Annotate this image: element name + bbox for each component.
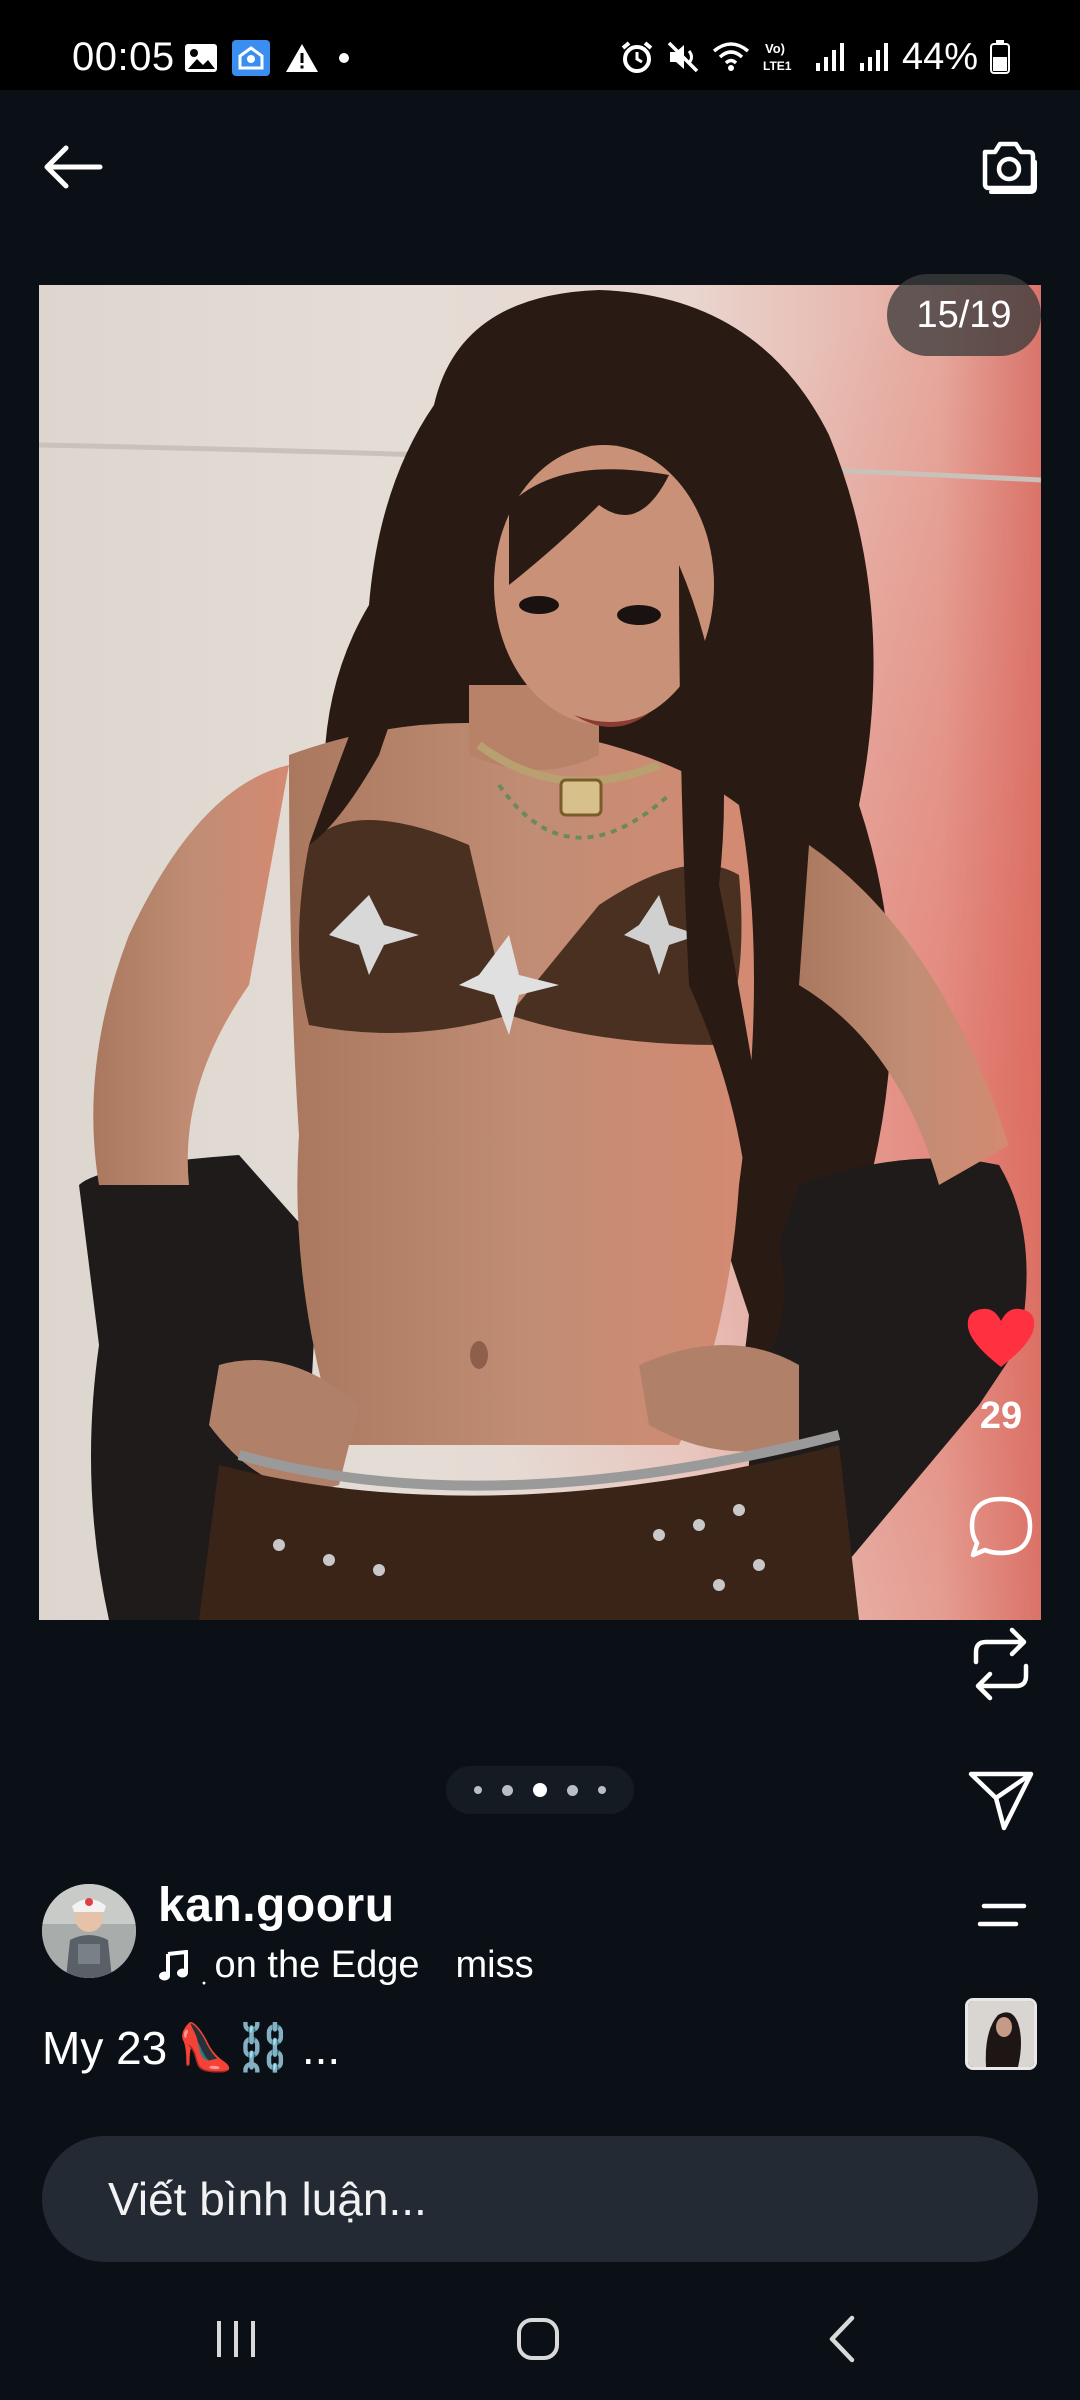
camera-icon [982,141,1037,194]
gallery-icon [184,43,218,73]
battery-icon [990,40,1010,74]
home-notification-icon [232,40,270,76]
status-left-icons [184,40,354,76]
post-thumbnail[interactable] [965,1998,1037,2070]
caption-text: My 23 [42,2021,168,2074]
camera-button[interactable] [968,126,1048,206]
menu-button[interactable] [972,1896,1032,1936]
photo-illustration [39,285,1041,1620]
recent-apps-button[interactable] [196,2304,276,2374]
avatar[interactable] [42,1884,136,1978]
caption-more[interactable]: ... [302,2021,340,2075]
post-photo[interactable] [39,285,1041,1620]
signal-icon [814,41,846,73]
battery-percent: 44% [901,36,978,78]
music-title: ׅ on the Edge [204,1944,420,1986]
caption-emojis: 👠⛓️ [177,2021,292,2073]
warning-icon [284,42,320,74]
music-note-icon [159,1949,188,1980]
wifi-icon [712,41,750,73]
menu-lines-icon [977,1903,1027,1927]
like-button[interactable] [966,1302,1036,1374]
carousel-dot-active [533,1783,547,1797]
nav-back-button[interactable] [802,2304,882,2374]
status-time: 00:05 [72,35,175,79]
comment-input[interactable] [106,2171,970,2227]
send-icon [968,1771,1034,1831]
home-icon [517,2318,559,2360]
home-button[interactable] [498,2304,578,2374]
repost-icon [973,1627,1029,1701]
comment-icon [969,1496,1033,1558]
like-count[interactable]: 29 [940,1395,1062,1438]
carousel-dot [474,1786,482,1794]
carousel-dot [567,1784,578,1796]
status-right-icons: Vo) LTE1 44% [620,34,1010,80]
page-counter: 15/19 [887,274,1041,356]
volte-icon: Vo) LTE1 [762,39,802,75]
music-artist: miss [455,1944,534,1986]
recent-apps-icon [217,2321,255,2357]
comment-button[interactable] [966,1492,1036,1562]
dot-icon [334,48,354,68]
screen: 00:05 Vo) LTE1 44% 15/19 29 kan.gooru ׅ … [0,0,1080,2400]
repost-button[interactable] [966,1624,1036,1704]
alarm-icon [620,40,654,74]
thumbnail-image [968,2001,1034,2067]
carousel-indicator [446,1766,634,1814]
avatar-image [42,1884,136,1978]
carousel-dot [502,1784,513,1796]
share-button[interactable] [966,1768,1036,1834]
carousel-dot [598,1786,606,1794]
signal-icon [858,41,890,73]
mute-icon [666,40,700,74]
svg-text:LTE1: LTE1 [763,59,792,73]
nav-back-icon [829,2315,855,2363]
music-info[interactable]: ׅ on the Edge miss [158,1944,534,1987]
arrow-left-icon [44,145,103,189]
heart-icon [967,1308,1035,1367]
back-button[interactable] [36,130,110,204]
caption[interactable]: My 23 👠⛓️ ... [42,2020,340,2075]
author-username[interactable]: kan.gooru [158,1878,395,1933]
comment-box[interactable] [42,2136,1038,2262]
status-bar: 00:05 Vo) LTE1 44% [0,0,1080,90]
svg-text:Vo): Vo) [765,41,785,56]
